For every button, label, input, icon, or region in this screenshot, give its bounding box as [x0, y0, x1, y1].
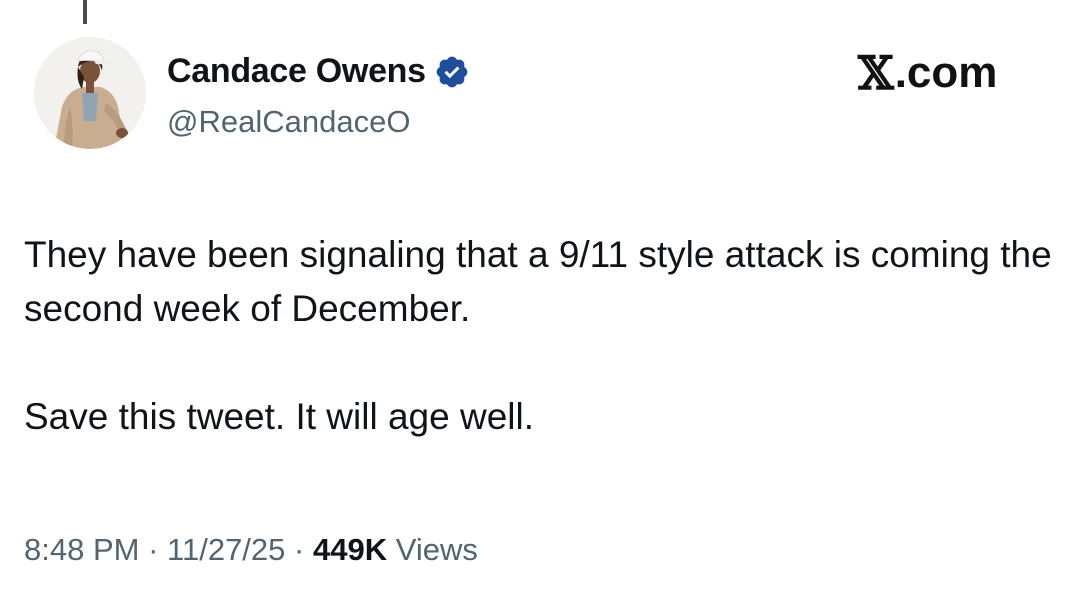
tweet-date[interactable]: 11/27/25 — [167, 532, 285, 567]
tweet-metadata: 8:48 PM · 11/27/25 · 449K Views — [24, 532, 478, 568]
separator: · — [294, 532, 305, 567]
brand-suffix: .com — [894, 48, 998, 97]
author-handle[interactable]: @RealCandaceO — [167, 104, 410, 140]
author-name-row: Candace Owens — [167, 52, 470, 91]
x-logo-icon: 𝕏 — [858, 46, 894, 100]
thread-connector-line — [83, 0, 87, 24]
tweet-paragraph: They have been signaling that a 9/11 sty… — [24, 234, 1052, 329]
avatar-image — [34, 37, 146, 149]
tweet-time[interactable]: 8:48 PM — [24, 532, 139, 567]
verified-badge-icon — [436, 56, 468, 87]
views-label: Views — [395, 532, 478, 567]
views-count: 449K — [312, 532, 388, 567]
separator: · — [148, 532, 159, 567]
tweet-text: They have been signaling that a 9/11 sty… — [24, 228, 1054, 444]
avatar[interactable] — [34, 37, 146, 149]
x-com-watermark: 𝕏 .com — [858, 46, 997, 100]
author-display-name[interactable]: Candace Owens — [167, 52, 426, 91]
tweet-paragraph: Save this tweet. It will age well. — [24, 396, 534, 437]
